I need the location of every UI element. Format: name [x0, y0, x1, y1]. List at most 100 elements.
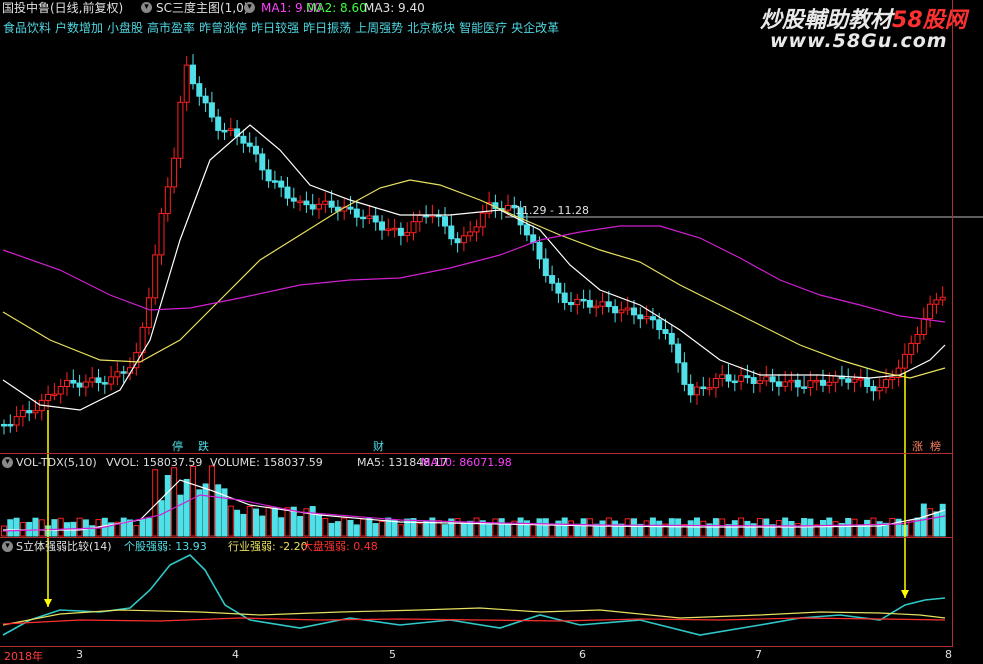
candlestick: [145, 297, 152, 328]
candlestick: [95, 377, 102, 384]
dropdown-icon[interactable]: ▾: [2, 457, 13, 468]
candlestick: [114, 371, 121, 378]
candlestick: [687, 383, 694, 396]
volume-bar: [568, 520, 574, 537]
volume-bar: [586, 518, 593, 537]
candlestick: [158, 213, 165, 256]
candlestick: [253, 145, 259, 155]
volume-bar: [624, 518, 631, 537]
volume-bar: [139, 518, 146, 537]
volume-bar: [530, 523, 537, 537]
candlestick: [857, 377, 864, 381]
candlestick: [208, 102, 215, 118]
candlestick: [580, 298, 587, 302]
candlestick: [593, 305, 600, 309]
candlestick: [152, 254, 159, 299]
volume-bar: [668, 518, 675, 537]
arrow-head-icon: [44, 599, 52, 607]
candlestick: [164, 186, 171, 215]
volume-bar: [486, 524, 493, 537]
candlestick: [681, 362, 688, 385]
candlestick: [586, 299, 593, 308]
volume-bar: [599, 520, 606, 537]
event-marker-finance[interactable]: 财: [373, 438, 384, 454]
volume-bar: [360, 518, 367, 537]
candlestick: [183, 64, 190, 103]
candlestick: [360, 216, 367, 220]
time-axis-month: 6: [579, 648, 586, 661]
candlestick: [202, 95, 209, 104]
candlestick: [568, 302, 574, 306]
panel-divider: [0, 537, 952, 538]
volume-bar: [492, 518, 499, 537]
candlestick: [643, 316, 650, 320]
candlestick: [479, 212, 486, 228]
candlestick: [624, 307, 631, 311]
arrow-head-icon: [901, 590, 909, 598]
candlestick: [561, 292, 568, 304]
volume-bar: [366, 518, 373, 537]
candlestick: [813, 379, 820, 383]
time-axis-top: [0, 646, 952, 647]
event-marker-fall[interactable]: 跌: [198, 438, 209, 454]
strength-title[interactable]: S立体强弱比较(14): [16, 540, 112, 554]
volume-bar: [334, 521, 341, 537]
candlestick: [379, 221, 385, 231]
time-axis-month: 8: [945, 648, 952, 661]
volume-bar: [13, 517, 20, 537]
volume-bar: [120, 517, 127, 537]
candlestick: [7, 423, 14, 427]
volume-bar: [208, 465, 215, 537]
candlestick: [89, 377, 96, 383]
candlestick: [64, 379, 70, 388]
dropdown-icon[interactable]: ▾: [2, 541, 13, 552]
candlestick: [605, 301, 612, 308]
volume-bar: [26, 521, 33, 537]
volume-bar: [700, 520, 707, 537]
volume-bar: [145, 517, 152, 537]
volume-bar: [498, 518, 505, 537]
candlestick: [76, 382, 83, 388]
industry-strength: 行业强弱: -2.20: [228, 540, 308, 553]
candlestick: [297, 200, 304, 204]
candlestick: [706, 387, 713, 390]
volume-title[interactable]: VOL-TDX(5,10): [16, 456, 97, 470]
event-marker-halt[interactable]: 停: [172, 438, 183, 454]
volume-value: VOLUME: 158037.59: [210, 456, 323, 469]
candlestick: [744, 375, 751, 379]
ma10-value: MA10: 86071.98: [421, 456, 512, 469]
candlestick: [290, 197, 297, 202]
candlestick: [366, 215, 373, 219]
candlestick: [328, 200, 335, 208]
candlestick: [82, 381, 89, 388]
candlestick: [265, 169, 272, 182]
volume-bar: [164, 474, 171, 537]
price-chart[interactable]: [0, 0, 983, 664]
volume-bar: [183, 478, 190, 537]
candlestick: [599, 301, 606, 307]
candlestick: [901, 353, 908, 369]
candlestick: [385, 228, 392, 232]
candlestick: [391, 227, 398, 231]
volume-bar: [775, 520, 782, 537]
panel-divider: [0, 453, 952, 454]
event-marker-rise[interactable]: 涨: [912, 438, 923, 454]
volume-bar: [353, 524, 360, 537]
candlestick: [649, 316, 656, 321]
candlestick: [574, 298, 581, 306]
candlestick: [845, 378, 852, 383]
candlestick: [322, 200, 329, 205]
candlestick: [278, 180, 285, 188]
candlestick: [410, 221, 417, 234]
candlestick: [832, 375, 839, 383]
candlestick: [769, 376, 776, 383]
candlestick: [120, 371, 127, 374]
candlestick: [782, 381, 789, 387]
event-marker-list[interactable]: 榜: [930, 438, 941, 454]
volume-bar: [284, 507, 291, 537]
volume-bar: [549, 523, 556, 537]
candlestick: [788, 379, 795, 383]
candlestick: [876, 386, 883, 392]
volume-bar: [76, 517, 83, 537]
candlestick: [196, 83, 203, 97]
